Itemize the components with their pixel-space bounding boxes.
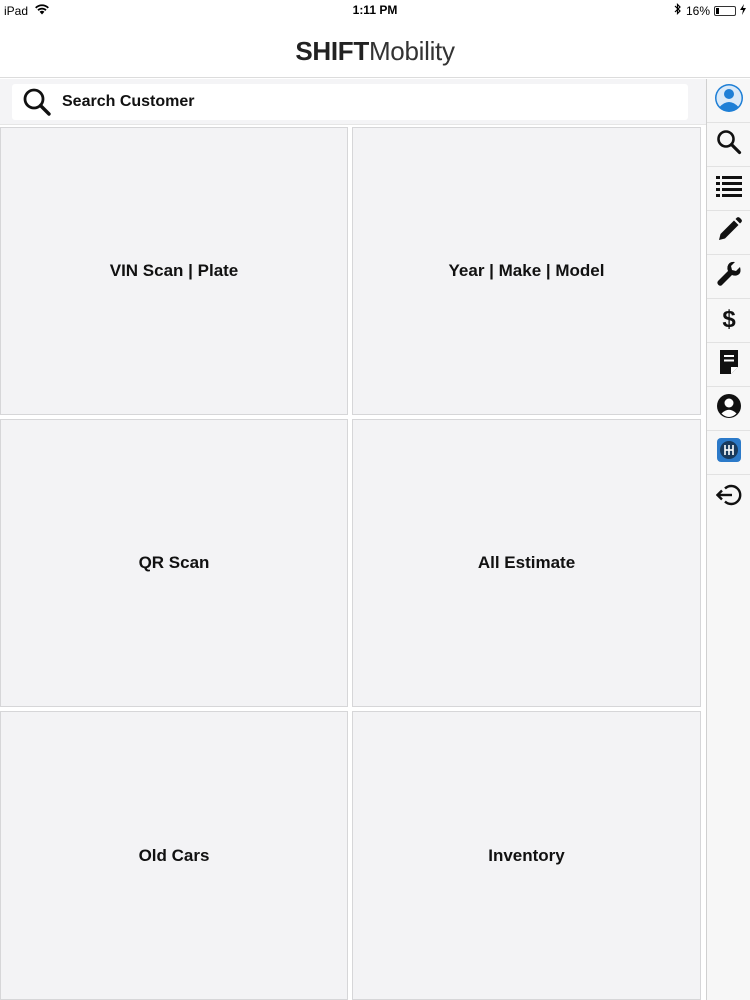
- logout-icon: [715, 482, 742, 513]
- brand-logo-bold: SHIFT: [295, 36, 369, 66]
- app-header: SHIFTMobility: [0, 22, 750, 78]
- dollar-icon: $: [719, 304, 739, 337]
- list-icon: [716, 175, 742, 202]
- pencil-icon: [716, 217, 742, 248]
- tile-label: Year | Make | Model: [448, 261, 605, 280]
- sidebar-item-edit[interactable]: [707, 211, 750, 255]
- tile-inventory[interactable]: Inventory: [352, 711, 701, 1000]
- battery-percent: 16%: [685, 3, 710, 18]
- tile-label: QR Scan: [138, 553, 210, 572]
- tile-label: Old Cars: [138, 845, 210, 865]
- sidebar-item-invoice[interactable]: [707, 343, 750, 387]
- search-box[interactable]: [12, 84, 688, 120]
- user-avatar-icon: [714, 83, 744, 118]
- sidebar-item-service[interactable]: [707, 255, 750, 299]
- sidebar-item-pricing[interactable]: $: [707, 299, 750, 343]
- sidebar-item-profile[interactable]: [707, 79, 750, 123]
- sidebar-item-account[interactable]: [707, 387, 750, 431]
- main-content: VIN Scan | Plate Year | Make | Model QR …: [0, 79, 706, 1000]
- status-right: 16%: [674, 3, 746, 18]
- tile-year-make-model[interactable]: Year | Make | Model: [352, 127, 701, 415]
- tile-qr-scan[interactable]: QR Scan: [0, 419, 348, 707]
- wrench-icon: [716, 261, 742, 292]
- status-time: 1:11 PM: [352, 3, 398, 17]
- tile-all-estimate[interactable]: All Estimate: [352, 419, 701, 707]
- tile-vin-scan-plate[interactable]: VIN Scan | Plate: [0, 127, 348, 415]
- battery-icon: [714, 5, 736, 16]
- menu-grid: VIN Scan | Plate Year | Make | Model QR …: [0, 127, 706, 1000]
- gear-shift-icon: [716, 437, 742, 468]
- search-bar: [0, 79, 706, 125]
- tile-label: VIN Scan | Plate: [109, 261, 239, 280]
- status-bar: iPad 1:11 PM 16%: [0, 0, 750, 22]
- sidebar-item-logout[interactable]: [707, 475, 750, 519]
- svg-text:$: $: [722, 306, 736, 332]
- charging-icon: [740, 3, 746, 18]
- account-circle-icon: [716, 393, 742, 424]
- bluetooth-icon: [674, 3, 682, 18]
- brand-logo-light: Mobility: [368, 36, 455, 66]
- search-icon: [20, 85, 54, 119]
- document-icon: [718, 349, 740, 380]
- tile-old-cars[interactable]: Old Cars: [0, 711, 348, 1000]
- sidebar-item-search[interactable]: [707, 123, 750, 167]
- sidebar-item-gearshift[interactable]: [707, 431, 750, 475]
- tile-label: Inventory: [488, 845, 565, 865]
- tile-label: All Estimate: [477, 553, 576, 572]
- brand-logo: SHIFTMobility: [0, 36, 750, 67]
- sidebar-item-list[interactable]: [707, 167, 750, 211]
- search-customer-input[interactable]: [62, 93, 662, 111]
- battery-level-fill: [716, 7, 719, 14]
- search-icon: [716, 129, 742, 160]
- right-sidebar: $: [706, 79, 750, 1000]
